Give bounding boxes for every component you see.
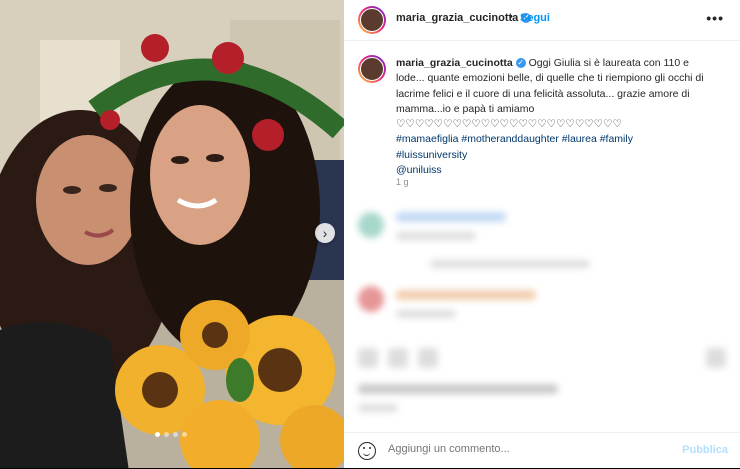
- caption-hearts: ♡♡♡♡♡♡♡♡♡♡♡♡♡♡♡♡♡♡♡♡♡♡♡♡: [396, 118, 622, 131]
- caption-username[interactable]: maria_grazia_cucinotta: [396, 57, 513, 69]
- author-username-text[interactable]: maria_grazia_cucinotta: [396, 12, 518, 24]
- add-comment-bar: Pubblica: [344, 432, 740, 469]
- emoji-icon[interactable]: [358, 442, 376, 460]
- caption-mention[interactable]: @uniluiss: [396, 164, 442, 176]
- caption-avatar[interactable]: [358, 55, 386, 83]
- blurred-comments-area: [344, 198, 740, 420]
- carousel-dot: [173, 432, 178, 437]
- post-header: maria_grazia_cucinotta ✓ • Segui •••: [344, 0, 740, 41]
- caption-hashtag[interactable]: #luissuniversity: [396, 149, 467, 161]
- more-options-icon[interactable]: •••: [706, 10, 724, 26]
- photo-illustration: [0, 0, 344, 468]
- carousel-dot: [182, 432, 187, 437]
- post-photo: ›: [0, 0, 344, 468]
- verified-badge-icon: ✓: [515, 58, 526, 69]
- carousel-dot: [164, 432, 169, 437]
- post-timestamp[interactable]: 1 g: [396, 177, 409, 187]
- post-details-panel: maria_grazia_cucinotta ✓ • Segui ••• mari…: [344, 0, 740, 468]
- post-caption: maria_grazia_cucinotta ✓ Oggi Giulia si è…: [396, 56, 714, 178]
- carousel-dot: [155, 432, 160, 437]
- comment-input[interactable]: [388, 443, 588, 455]
- publish-button[interactable]: Pubblica: [682, 444, 728, 456]
- separator-dot: •: [509, 11, 513, 23]
- caption-hashtags[interactable]: #mamaefiglia #motheranddaughter #laurea …: [396, 133, 633, 145]
- author-avatar[interactable]: [358, 6, 386, 34]
- follow-button[interactable]: Segui: [520, 12, 550, 24]
- chevron-right-icon: ›: [322, 225, 328, 241]
- next-slide-button[interactable]: ›: [315, 223, 335, 243]
- carousel-indicator: [155, 432, 187, 437]
